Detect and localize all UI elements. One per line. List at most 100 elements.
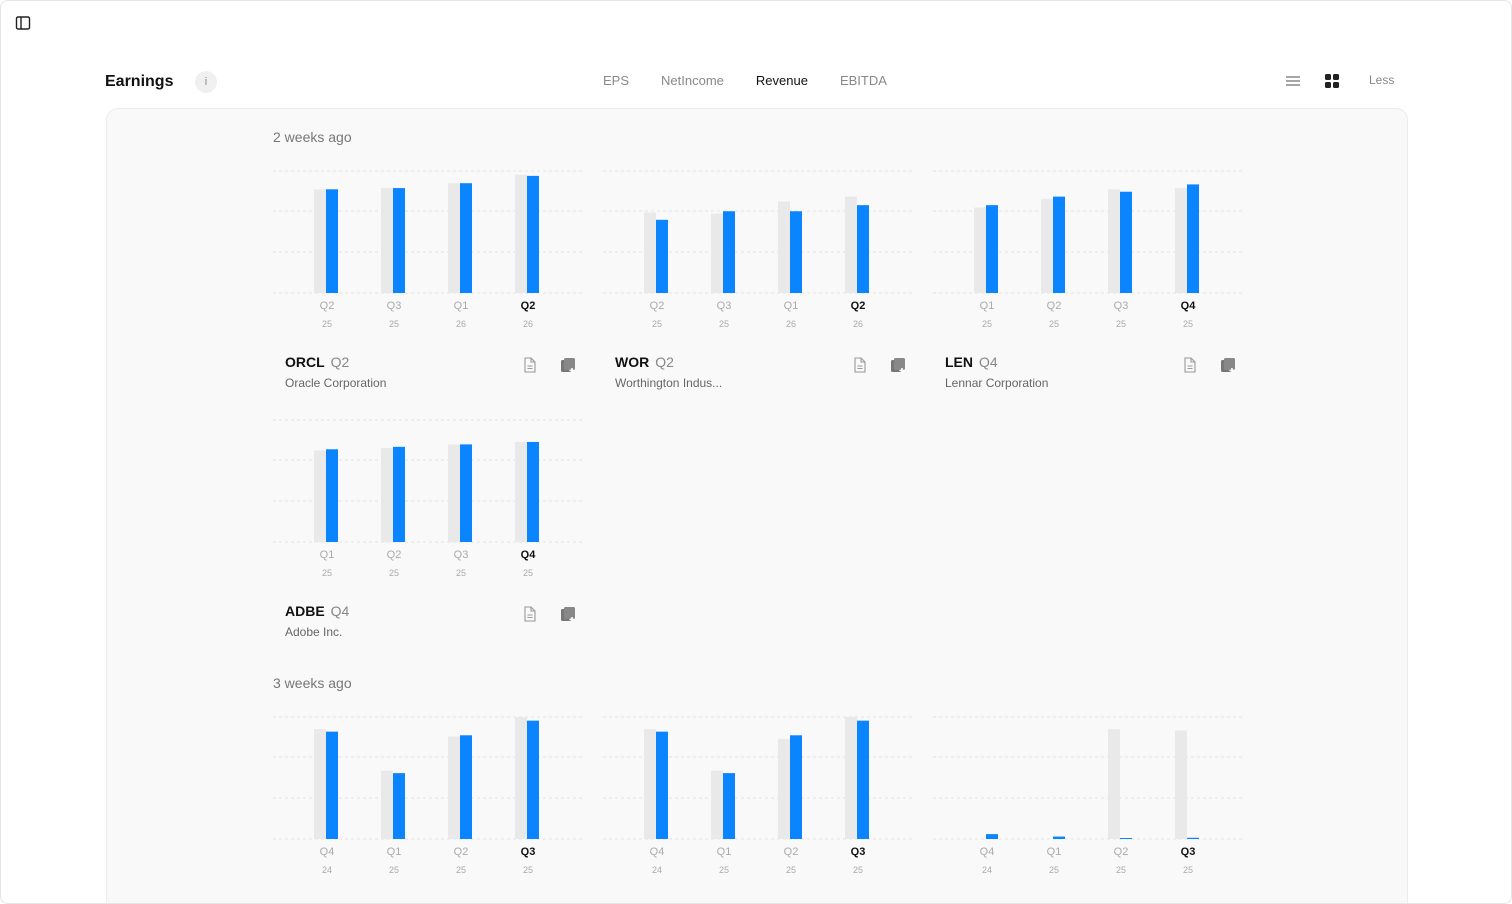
actual-bar[interactable] — [723, 773, 735, 839]
year-tick-label: 26 — [786, 319, 796, 329]
tab-revenue[interactable]: Revenue — [756, 73, 808, 88]
ticker-symbol[interactable]: ADBE — [285, 603, 325, 619]
revenue-chart: Q4 24 Q1 25 Q2 25 Q3 25 — [933, 716, 1243, 875]
actual-bar[interactable] — [393, 188, 405, 293]
actual-bar[interactable] — [460, 735, 472, 839]
company-name: Oracle Corporation — [285, 376, 387, 390]
actual-bar[interactable] — [326, 449, 338, 542]
actual-bar[interactable] — [857, 720, 869, 839]
ticker-line: NIOIF Q3 — [615, 900, 677, 903]
quarter-tick-label: Q3 — [387, 300, 402, 312]
add-to-watchlist-icon[interactable] — [890, 357, 906, 373]
quarter-tick-label: Q2 — [320, 300, 335, 312]
document-icon[interactable] — [1183, 357, 1197, 373]
ticker-symbol[interactable]: NIO — [285, 900, 310, 903]
actual-bar[interactable] — [527, 720, 539, 839]
actual-bar[interactable] — [790, 211, 802, 293]
quarter-tick-label: Q1 — [980, 300, 995, 312]
actual-bar[interactable] — [656, 731, 668, 839]
actual-bar[interactable] — [1053, 196, 1065, 293]
report-quarter: Q3 — [658, 900, 677, 903]
revenue-chart: Q1 25 Q2 25 Q3 25 Q4 25 — [273, 419, 583, 578]
year-tick-label: 25 — [1183, 319, 1193, 329]
year-tick-label: 25 — [456, 568, 466, 578]
earnings-card[interactable]: Q1 25 Q2 25 Q3 25 Q4 25 LEN Q4 Lennar Corporation — [933, 169, 1243, 399]
year-tick-label: 25 — [1116, 319, 1126, 329]
add-to-watchlist-icon[interactable] — [560, 357, 576, 373]
quarter-tick-label: Q4 — [650, 846, 665, 858]
estimate-bar — [314, 189, 326, 293]
year-tick-label: 25 — [1183, 865, 1193, 875]
less-button[interactable]: Less — [1369, 73, 1394, 87]
actual-bar[interactable] — [527, 175, 539, 293]
info-icon[interactable]: i — [195, 71, 217, 93]
year-tick-label: 26 — [523, 319, 533, 329]
ticker-symbol[interactable]: NIOIF — [615, 900, 652, 903]
estimate-bar — [644, 212, 656, 293]
ticker-symbol[interactable]: WOR — [615, 354, 649, 370]
earnings-card[interactable]: Q4 24 Q1 25 Q2 25 Q3 25 NIO Q3 — [273, 715, 583, 903]
actual-bar[interactable] — [1120, 191, 1132, 293]
quarter-tick-label: Q2 — [387, 549, 402, 561]
actual-bar[interactable] — [460, 444, 472, 542]
report-quarter: Q4 — [330, 603, 350, 619]
actual-bar[interactable] — [1187, 837, 1199, 839]
report-quarter: Q4 — [979, 354, 998, 370]
grid-view-icon[interactable] — [1324, 73, 1340, 89]
actual-bar[interactable] — [656, 219, 668, 293]
list-view-icon[interactable] — [1285, 73, 1301, 89]
year-tick-label: 26 — [456, 319, 466, 329]
estimate-bar — [448, 183, 460, 293]
company-name: Worthington Indus... — [615, 376, 723, 390]
tab-netincome[interactable]: NetIncome — [661, 73, 724, 88]
actual-bar[interactable] — [1053, 836, 1065, 839]
ticker-line: LEN Q4 — [945, 354, 998, 370]
year-tick-label: 25 — [322, 568, 332, 578]
year-tick-label: 25 — [786, 865, 796, 875]
add-to-watchlist-icon[interactable] — [560, 606, 576, 622]
estimate-bar — [1175, 730, 1187, 839]
earnings-card[interactable]: Q4 24 Q1 25 Q2 25 Q3 25 QD Q3 — [933, 715, 1243, 903]
actual-bar[interactable] — [527, 441, 539, 542]
year-tick-label: 25 — [389, 865, 399, 875]
quarter-tick-label: Q1 — [717, 846, 732, 858]
estimate-bar — [778, 201, 790, 293]
earnings-card[interactable]: Q2 25 Q3 25 Q1 26 Q2 26 WOR Q2 Worthington Indus..… — [603, 169, 913, 399]
tab-eps[interactable]: EPS — [603, 73, 629, 88]
actual-bar[interactable] — [986, 205, 998, 293]
earnings-card[interactable]: Q4 24 Q1 25 Q2 25 Q3 25 NIOIF Q3 — [603, 715, 913, 903]
sidebar-toggle-icon[interactable] — [15, 15, 31, 31]
report-quarter: Q3 — [316, 900, 335, 903]
ticker-symbol[interactable]: QD — [945, 900, 966, 903]
document-icon[interactable] — [523, 357, 537, 373]
actual-bar[interactable] — [460, 183, 472, 293]
estimate-bar — [845, 196, 857, 293]
add-to-watchlist-icon[interactable] — [1220, 357, 1236, 373]
actual-bar[interactable] — [723, 211, 735, 293]
actual-bar[interactable] — [326, 731, 338, 839]
report-quarter: Q2 — [330, 354, 350, 370]
actual-bar[interactable] — [1187, 184, 1199, 293]
document-icon[interactable] — [853, 357, 867, 373]
revenue-chart: Q2 25 Q3 25 Q1 26 Q2 26 — [603, 170, 913, 329]
quarter-tick-label: Q4 — [1181, 300, 1197, 312]
actual-bar[interactable] — [393, 773, 405, 839]
actual-bar[interactable] — [1120, 838, 1132, 839]
actual-bar[interactable] — [986, 834, 998, 839]
year-tick-label: 25 — [523, 865, 533, 875]
document-icon[interactable] — [523, 606, 537, 622]
actual-bar[interactable] — [790, 735, 802, 839]
earnings-card[interactable]: Q1 25 Q2 25 Q3 25 Q4 25 ADBE Q4 Adobe Inc. — [273, 418, 583, 648]
estimate-bar — [974, 207, 986, 293]
ticker-symbol[interactable]: ORCL — [285, 354, 325, 370]
quarter-tick-label: Q4 — [980, 846, 995, 858]
ticker-symbol[interactable]: LEN — [945, 354, 973, 370]
quarter-tick-label: Q1 — [1047, 846, 1062, 858]
year-tick-label: 25 — [322, 319, 332, 329]
actual-bar[interactable] — [857, 205, 869, 293]
earnings-card[interactable]: Q2 25 Q3 25 Q1 26 Q2 26 ORCL Q2 Oracle Corporation — [273, 169, 583, 399]
actual-bar[interactable] — [393, 446, 405, 542]
actual-bar[interactable] — [326, 189, 338, 293]
year-tick-label: 25 — [1049, 865, 1059, 875]
tab-ebitda[interactable]: EBITDA — [840, 73, 887, 88]
